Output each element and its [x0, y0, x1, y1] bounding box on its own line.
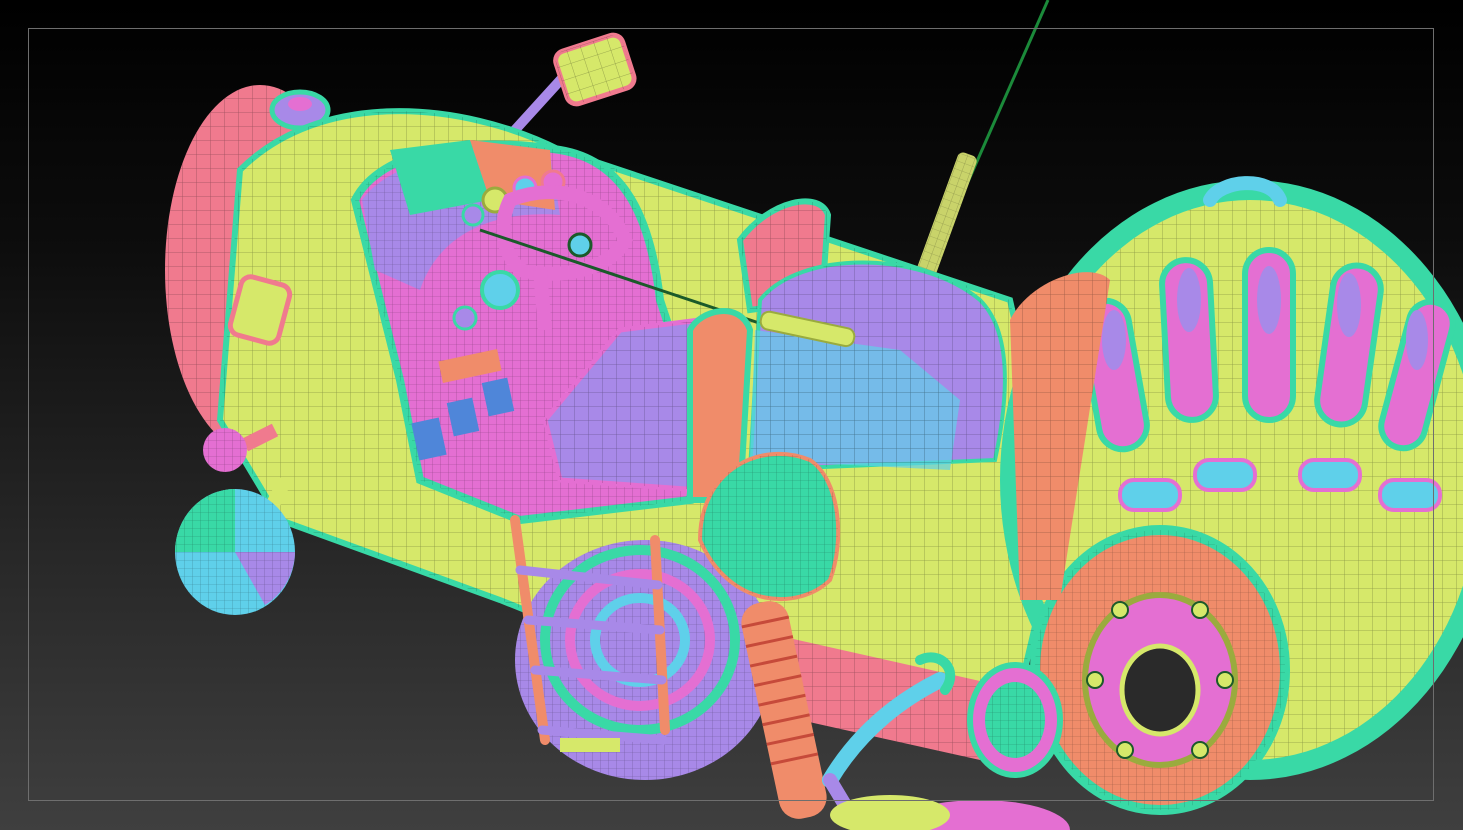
headlight-icon	[967, 662, 1063, 778]
hover-vehicle-model-icon[interactable]	[0, 0, 1463, 830]
rear-hump-panel	[747, 260, 1007, 473]
engine-intake	[1030, 525, 1290, 815]
antenna-icon	[911, 0, 1050, 290]
side-mirror-icon	[510, 32, 637, 135]
turbine-engine-icon	[1000, 176, 1463, 815]
3d-viewport[interactable]	[0, 0, 1463, 830]
lower-fender	[830, 795, 1070, 830]
